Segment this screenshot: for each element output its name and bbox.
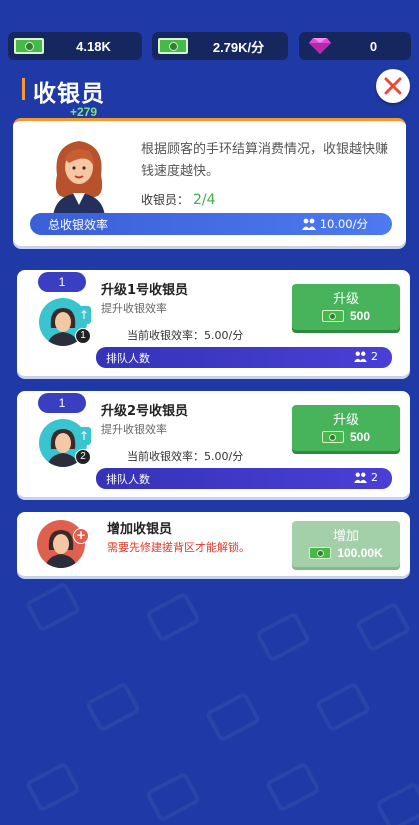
queue-bar: 排队人数 2 bbox=[96, 468, 392, 489]
cashier-portrait bbox=[53, 141, 105, 217]
upgrade-cost: 500 bbox=[292, 430, 400, 444]
cashier-info-card: 根据顾客的手环结算消费情况，收银越快赚钱速度越快。 收银员： 2/4 总收银效率 … bbox=[13, 118, 406, 246]
add-button-label: 增加 bbox=[332, 529, 359, 544]
total-efficiency-display: 10.00/分 bbox=[301, 216, 368, 232]
current-efficiency: 当前收银效率：5.00/分 bbox=[127, 329, 244, 342]
people-icon bbox=[301, 218, 316, 230]
upgrade-title: 升级2号收银员 bbox=[101, 404, 189, 419]
close-icon bbox=[384, 77, 402, 95]
total-efficiency-label: 总收银效率 bbox=[48, 218, 109, 232]
resource-bar: 4.18K 2.79K/分 0 bbox=[8, 32, 411, 60]
cash-icon bbox=[309, 547, 332, 559]
upgrade-cost: 500 bbox=[292, 309, 400, 323]
cash-icon bbox=[321, 431, 344, 443]
cash-rate-display: 2.79K/分 bbox=[152, 32, 288, 60]
info-description: 根据顾客的手环结算消费情况，收银越快赚钱速度越快。 bbox=[141, 142, 389, 179]
floating-income: +279 bbox=[70, 105, 98, 119]
queue-label: 排队人数 bbox=[106, 352, 150, 365]
up-arrow-icon: ↑ bbox=[77, 427, 91, 445]
cashier-count-label: 收银员： bbox=[141, 193, 190, 207]
cash-icon bbox=[321, 310, 344, 322]
upgrade-title: 升级1号收银员 bbox=[101, 283, 189, 298]
plus-icon: + bbox=[73, 528, 89, 544]
current-efficiency: 当前收银效率：5.00/分 bbox=[127, 450, 244, 463]
cashier-index: 2 bbox=[75, 449, 91, 465]
queue-count: 2 bbox=[371, 471, 378, 484]
level-badge: 1 bbox=[38, 272, 86, 292]
add-cost: 100.00K bbox=[292, 546, 400, 560]
queue-count: 2 bbox=[371, 350, 378, 363]
cash-total-value: 4.18K bbox=[76, 38, 111, 54]
upgrade-button-label: 升级 bbox=[332, 413, 359, 428]
title-accent-bar bbox=[22, 78, 25, 100]
upgrade-subtitle: 提升收银效率 bbox=[101, 302, 167, 315]
add-cashier-card: + 增加收银员 需要先修建搓背区才能解锁。 增加 100.00K bbox=[17, 512, 410, 576]
page-title: 收银员 bbox=[33, 81, 105, 107]
queue-count-display: 2 bbox=[354, 471, 378, 484]
cashier-count-value: 2/4 bbox=[193, 192, 216, 208]
queue-bar: 排队人数 2 bbox=[96, 347, 392, 368]
upgrade-card-1: 1 ↑ 1 升级1号收银员 提升收银效率 当前收银效率：5.00/分 升级 50… bbox=[17, 270, 410, 376]
upgrade-cost-value: 500 bbox=[349, 309, 371, 323]
close-button[interactable] bbox=[376, 69, 410, 103]
cashier-index: 1 bbox=[75, 328, 91, 344]
people-icon bbox=[354, 351, 367, 362]
upgrade-cost-value: 500 bbox=[349, 430, 371, 444]
add-cashier-warning: 需要先修建搓背区才能解锁。 bbox=[107, 541, 250, 554]
upgrade-subtitle: 提升收银效率 bbox=[101, 423, 167, 436]
up-arrow-icon: ↑ bbox=[77, 306, 91, 324]
queue-label: 排队人数 bbox=[106, 473, 150, 486]
cash-rate-value: 2.79K/分 bbox=[212, 39, 265, 55]
queue-count-display: 2 bbox=[354, 350, 378, 363]
gem-value: 0 bbox=[369, 38, 378, 54]
add-cashier-button[interactable]: 增加 100.00K bbox=[292, 521, 400, 567]
cash-total-display: 4.18K bbox=[8, 32, 142, 60]
gem-icon bbox=[304, 37, 336, 55]
cash-icon bbox=[13, 37, 45, 55]
cash-icon bbox=[157, 37, 189, 55]
add-cashier-title: 增加收银员 bbox=[107, 522, 173, 537]
upgrade-button-1[interactable]: 升级 500 bbox=[292, 284, 400, 330]
gem-display: 0 bbox=[299, 32, 411, 60]
upgrade-button-label: 升级 bbox=[332, 292, 359, 307]
upgrade-button-2[interactable]: 升级 500 bbox=[292, 405, 400, 451]
total-efficiency-value: 10.00/分 bbox=[319, 217, 368, 231]
level-badge: 1 bbox=[38, 393, 86, 413]
cashier-count: 收银员： 2/4 bbox=[141, 191, 216, 208]
upgrade-card-2: 1 ↑ 2 升级2号收银员 提升收银效率 当前收银效率：5.00/分 升级 50… bbox=[17, 391, 410, 497]
add-cost-value: 100.00K bbox=[337, 546, 383, 560]
total-efficiency-bar: 总收银效率 10.00/分 bbox=[30, 213, 392, 235]
people-icon bbox=[354, 472, 367, 483]
